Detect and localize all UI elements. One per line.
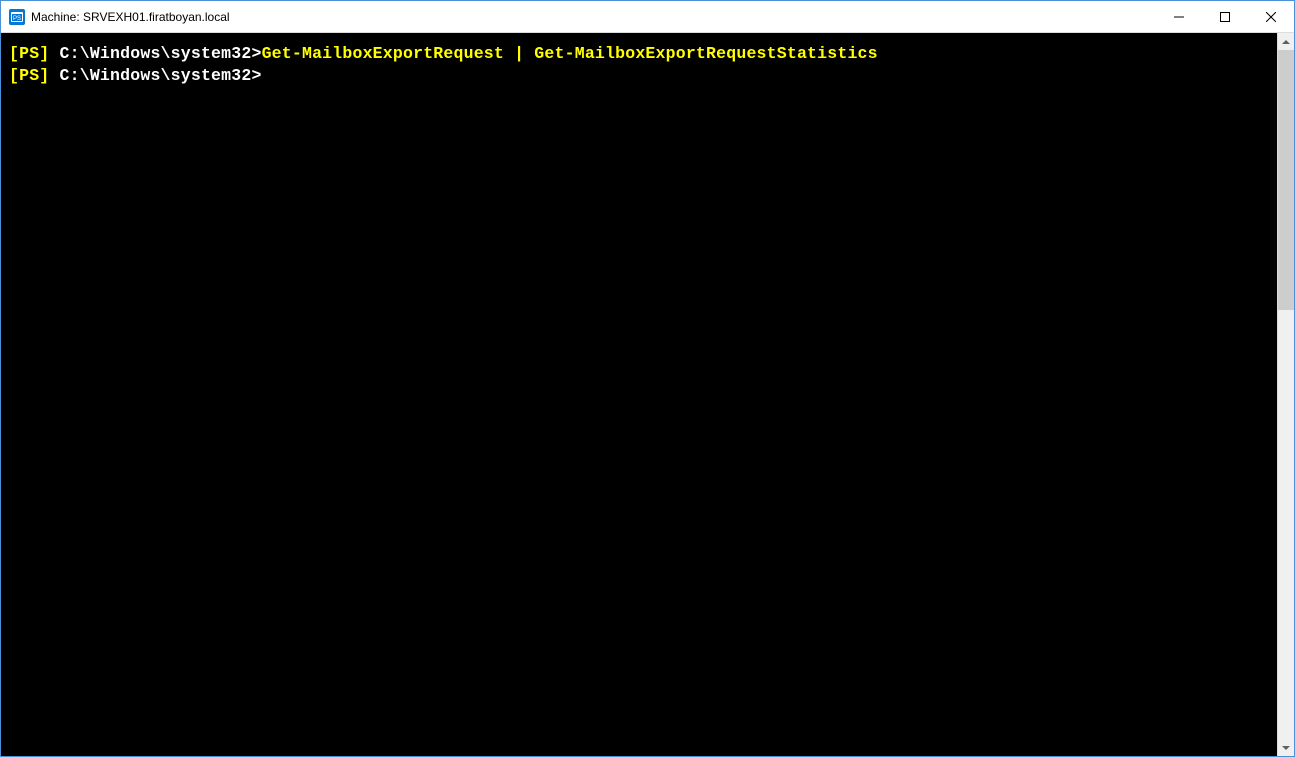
terminal[interactable]: [PS] C:\Windows\system32>Get-MailboxExpo… xyxy=(1,33,1277,756)
close-button[interactable] xyxy=(1248,1,1294,32)
terminal-container: [PS] C:\Windows\system32>Get-MailboxExpo… xyxy=(1,33,1294,756)
maximize-button[interactable] xyxy=(1202,1,1248,32)
prompt-path: C:\Windows\system32> xyxy=(49,44,261,63)
scroll-down-button[interactable] xyxy=(1278,739,1294,756)
window-title: Machine: SRVEXH01.firatboyan.local xyxy=(31,10,1156,24)
app-icon: PS xyxy=(9,9,25,25)
titlebar[interactable]: PS Machine: SRVEXH01.firatboyan.local xyxy=(1,1,1294,33)
command-text: Get-MailboxExportRequest | Get-MailboxEx… xyxy=(262,44,878,63)
minimize-button[interactable] xyxy=(1156,1,1202,32)
ps-indicator: [PS] xyxy=(9,44,49,63)
chevron-down-icon xyxy=(1282,746,1290,750)
chevron-up-icon xyxy=(1282,40,1290,44)
scroll-thumb[interactable] xyxy=(1278,50,1294,310)
window-controls xyxy=(1156,1,1294,32)
scroll-track[interactable] xyxy=(1278,50,1294,739)
terminal-line: [PS] C:\Windows\system32>Get-MailboxExpo… xyxy=(9,43,1269,65)
prompt-path: C:\Windows\system32> xyxy=(49,66,261,85)
scroll-up-button[interactable] xyxy=(1278,33,1294,50)
terminal-line: [PS] C:\Windows\system32> xyxy=(9,65,1269,87)
svg-text:PS: PS xyxy=(13,16,21,22)
ps-indicator: [PS] xyxy=(9,66,49,85)
vertical-scrollbar[interactable] xyxy=(1277,33,1294,756)
